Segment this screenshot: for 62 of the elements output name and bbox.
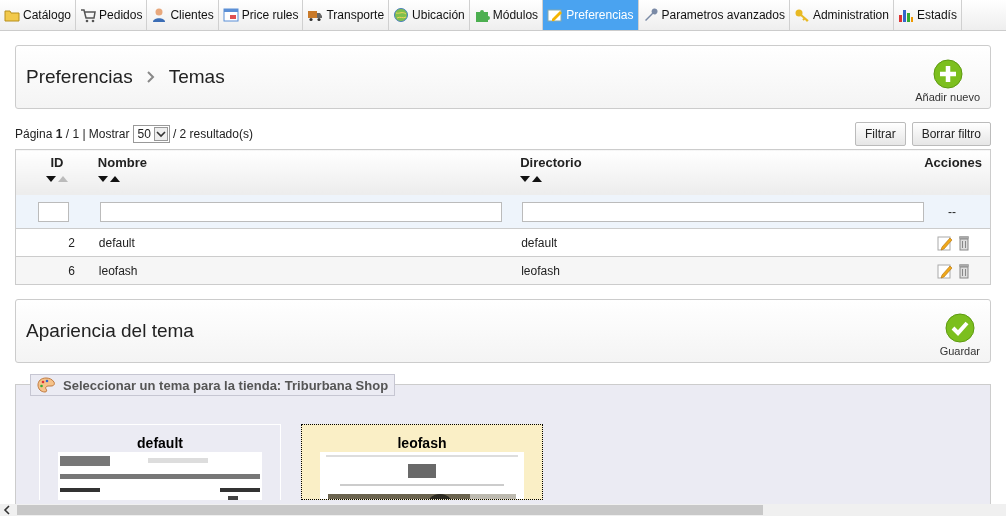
empty-marker: -- (948, 204, 956, 219)
scroll-left-icon[interactable] (3, 505, 11, 515)
table-cell: leofash (521, 263, 560, 278)
filter-field[interactable] (522, 201, 925, 222)
add-new-button[interactable]: Añadir nuevo (915, 51, 980, 103)
pencil-sheet-icon (547, 7, 564, 23)
key-icon (793, 7, 810, 23)
filter-button[interactable]: Filtrar (855, 122, 906, 146)
edit-icon[interactable] (937, 234, 953, 251)
column-header: Acciones (924, 155, 982, 170)
theme-name: default (137, 435, 183, 451)
puzzle-icon (473, 7, 490, 23)
breadcrumb-item: Temas (168, 66, 225, 88)
plus-icon (932, 59, 963, 89)
sort-up-icon[interactable] (109, 176, 120, 182)
table-cell: 2 (68, 235, 75, 250)
table-cell: 6 (68, 263, 75, 278)
pagination-text: Página 1 / 1 | Mostrar (15, 127, 130, 141)
chevron-icon (146, 71, 155, 83)
theme-card[interactable]: leofash (301, 424, 543, 500)
menu-tab[interactable]: Pedidos (76, 0, 148, 30)
horizontal-scrollbar[interactable] (0, 504, 1006, 516)
dropdown-icon (153, 127, 168, 141)
window-icon (222, 7, 239, 23)
sort-up-icon[interactable] (532, 176, 543, 182)
results-count: / 2 resultado(s) (172, 127, 254, 141)
filter-button[interactable]: Borrar filtro (911, 122, 991, 146)
menu-tab[interactable]: Price rules (218, 0, 304, 30)
column-header: Directorio (520, 155, 583, 170)
breadcrumb-item[interactable]: Preferencias (26, 66, 133, 88)
legend-text: Seleccionar un tema para la tienda: Triburbana Shop (63, 377, 389, 393)
palette-icon (37, 377, 55, 393)
check-icon (944, 313, 975, 343)
filter-field[interactable] (99, 201, 502, 222)
globe-icon (393, 7, 410, 23)
section-title: Apariencia del tema (26, 320, 194, 342)
cart-icon (80, 7, 97, 23)
table-cell: default (521, 235, 558, 250)
theme-name: leofash (397, 435, 447, 451)
sort-down-icon[interactable] (520, 176, 531, 182)
menu-tab[interactable]: Ubicación (389, 0, 470, 30)
trash-icon[interactable] (958, 234, 970, 251)
menu-tab[interactable]: Clientes (147, 0, 219, 30)
filter-field[interactable] (38, 201, 69, 222)
menu-tab[interactable]: Parametros avanzados (638, 0, 790, 30)
person-icon (151, 7, 168, 23)
column-header: Nombre (97, 155, 148, 170)
menu-tab[interactable]: Estadís (893, 0, 962, 30)
column-header: ID (50, 155, 64, 170)
per-page-select[interactable]: 50 (132, 125, 170, 143)
menu-tab[interactable]: Administration (789, 0, 894, 30)
sort-down-icon[interactable] (97, 176, 108, 182)
edit-icon[interactable] (937, 262, 953, 279)
table-cell: leofash (98, 263, 138, 278)
trash-icon[interactable] (958, 262, 970, 279)
bar-chart-icon (897, 7, 914, 23)
table-cell: default (98, 235, 135, 250)
sort-down-icon[interactable] (45, 176, 56, 182)
folder-icon (4, 7, 20, 23)
menu-tab[interactable]: Catálogo (0, 0, 77, 30)
menu-tab[interactable]: Transporte (303, 0, 390, 30)
save-button[interactable]: Guardar (939, 305, 980, 357)
